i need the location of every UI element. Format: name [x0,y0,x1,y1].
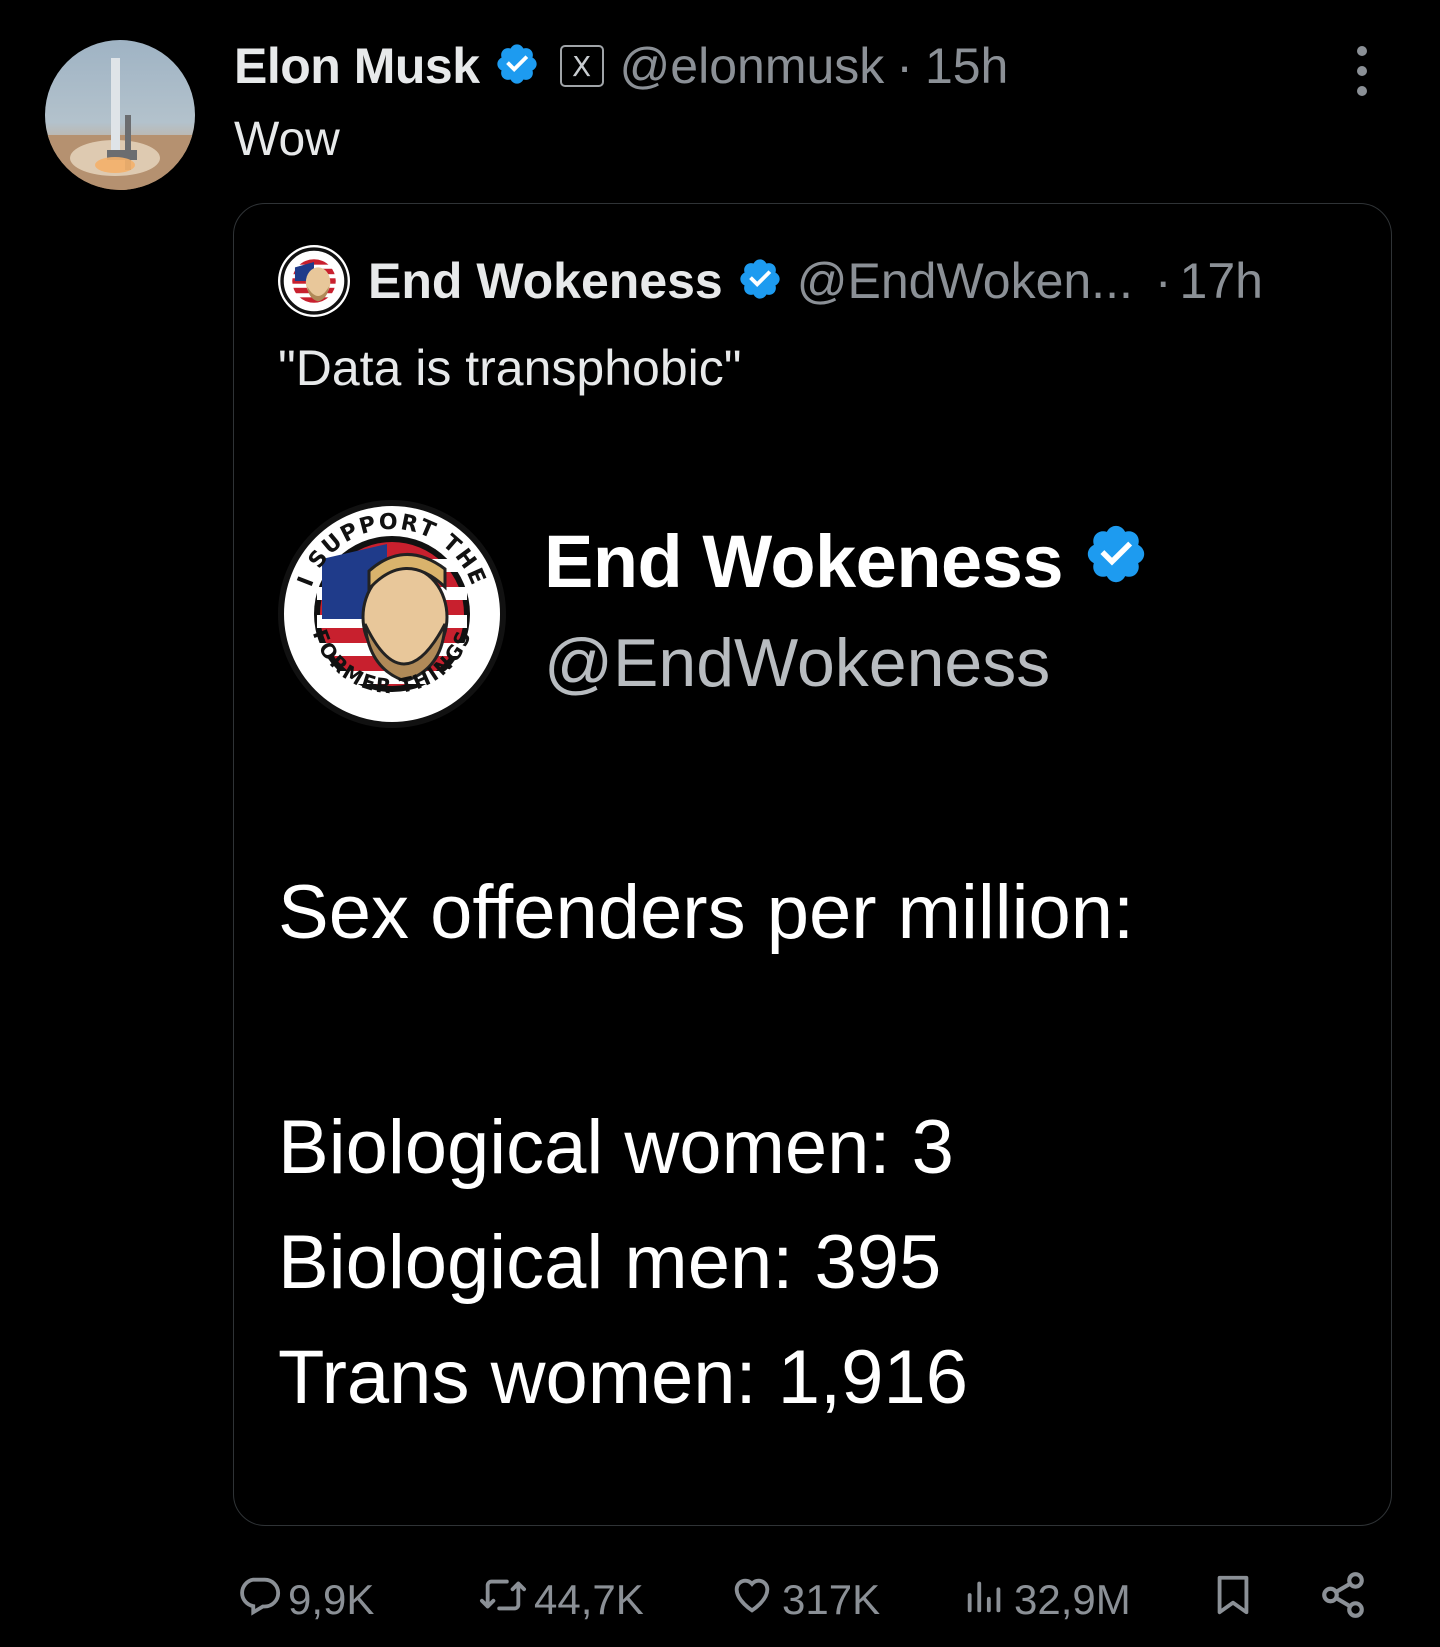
card-title: Sex offenders per million: [278,870,1135,955]
repost-icon [478,1572,534,1628]
card-handle: @EndWokeness [544,625,1051,701]
card-name-row: End Wokeness [544,519,1149,604]
card-line: Biological men: 395 [278,1220,942,1305]
verified-icon [494,41,540,92]
verified-icon [1083,519,1149,604]
like-icon [728,1572,782,1628]
action-bar: 9,9K 44,7K 317K 32,9M [0,1565,1440,1635]
share-button[interactable] [1318,1565,1374,1635]
bookmark-button[interactable] [1210,1565,1262,1635]
timestamp[interactable]: 15h [925,37,1008,95]
repost-button[interactable]: 44,7K [478,1565,644,1635]
views-icon [962,1572,1014,1628]
more-icon[interactable] [1350,46,1374,96]
card-line: Biological women: 3 [278,1105,954,1190]
reply-count: 9,9K [288,1576,375,1623]
views-button[interactable]: 32,9M [962,1565,1131,1635]
like-button[interactable]: 317K [728,1565,880,1635]
tweet-text: Wow [234,113,340,166]
author-name[interactable]: Elon Musk [234,37,480,95]
separator: · [896,38,913,94]
repost-count: 44,7K [534,1576,644,1623]
quoted-image[interactable]: I SUPPORT THE FORMER THINGS End Wokeness… [234,204,1391,1420]
card-logo: I SUPPORT THE FORMER THINGS [277,499,507,734]
quoted-tweet[interactable]: End Wokeness @EndWoken... · 17h "Data is… [233,203,1392,1526]
author-handle[interactable]: @elonmusk [620,37,885,95]
like-count: 317K [782,1576,881,1623]
bookmark-icon [1210,1570,1262,1630]
card-name: End Wokeness [544,520,1064,603]
author-avatar[interactable] [45,40,195,190]
reply-button[interactable]: 9,9K [236,1565,374,1635]
tweet-header: Elon Musk X @elonmusk · 15h [234,28,1008,104]
reply-icon [236,1572,288,1628]
card-line: Trans women: 1,916 [278,1335,968,1420]
views-count: 32,9M [1014,1576,1131,1623]
share-icon [1318,1570,1374,1630]
x-affiliate-icon[interactable]: X [559,45,604,87]
